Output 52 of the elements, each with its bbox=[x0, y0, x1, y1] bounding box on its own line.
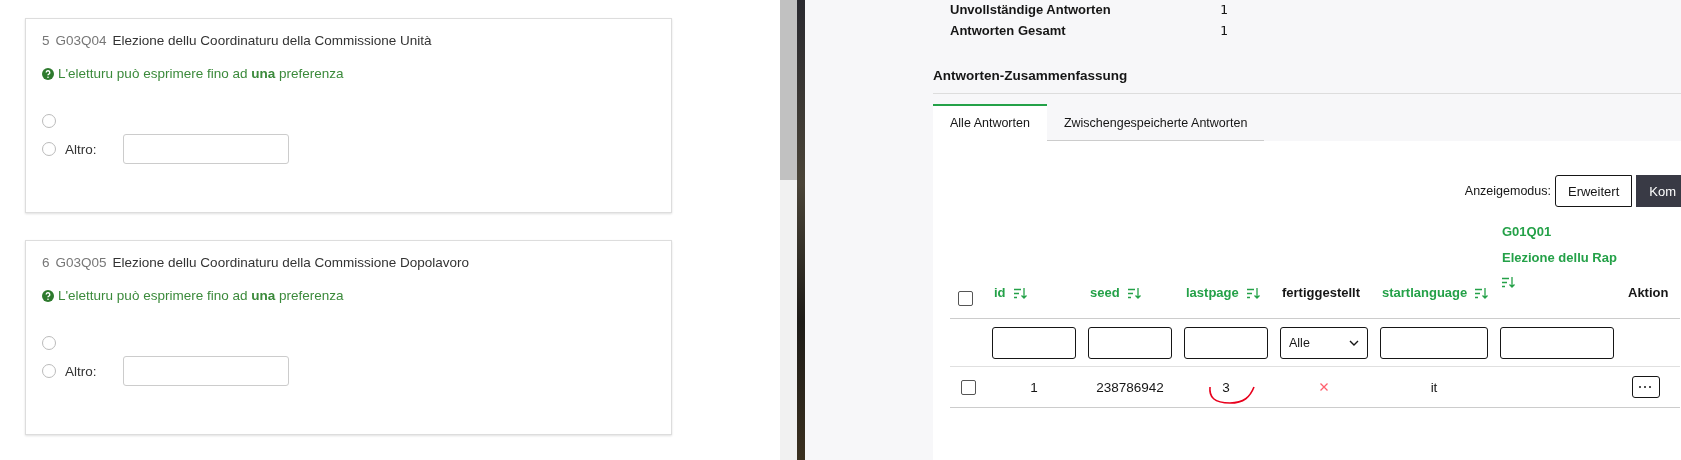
sort-icon[interactable] bbox=[1246, 287, 1260, 299]
other-input-field[interactable] bbox=[123, 356, 289, 386]
column-header: Aktion bbox=[1628, 284, 1669, 302]
option-label: Altro: bbox=[65, 363, 98, 379]
more-actions-button[interactable] bbox=[1632, 376, 1660, 398]
row-checkbox[interactable] bbox=[960, 379, 976, 395]
sort-icon[interactable] bbox=[1127, 287, 1141, 299]
section-title: Antworten-Zusammenfassung bbox=[933, 68, 1681, 94]
question-code: G03Q05 bbox=[55, 255, 107, 270]
column-header: fertiggestellt bbox=[1282, 284, 1360, 302]
column-header[interactable]: startlanguage bbox=[1382, 280, 1468, 306]
mode-button[interactable]: Kom bbox=[1636, 175, 1681, 207]
column-header[interactable]: id bbox=[994, 280, 1006, 306]
question-number: 5 bbox=[42, 33, 50, 48]
column-header[interactable]: lastpage bbox=[1186, 280, 1239, 306]
help-text: L'eletturu può esprimere fino ad una preferenza bbox=[58, 288, 344, 303]
tab[interactable]: Alle Antworten bbox=[933, 104, 1047, 141]
help-icon bbox=[42, 67, 54, 80]
chevron-down-icon bbox=[1349, 339, 1359, 346]
sort-icon[interactable] bbox=[1013, 287, 1027, 299]
column-header[interactable]: seed bbox=[1090, 280, 1120, 306]
filter-dropdown[interactable]: Alle bbox=[1280, 326, 1368, 359]
filter-input-field[interactable] bbox=[1500, 326, 1614, 359]
display-mode-label: Anzeigemodus: bbox=[1464, 184, 1551, 198]
question-title: Elezione dellu Coordinaturu della Commissione Unità bbox=[112, 33, 432, 48]
other-input-field[interactable] bbox=[123, 134, 289, 164]
table-cell: 3 bbox=[1222, 379, 1230, 395]
stat-value: 1 bbox=[1220, 2, 1228, 17]
hand-drawn-mark bbox=[1208, 385, 1258, 405]
column-header[interactable]: Elezione dellu Rap bbox=[1502, 245, 1617, 271]
filter-input-field[interactable] bbox=[1380, 326, 1488, 359]
stat-label: Antworten Gesamt bbox=[950, 23, 1067, 38]
option-label: Altro: bbox=[65, 141, 98, 157]
question-code: G03Q04 bbox=[55, 33, 107, 48]
table-cell: it bbox=[1430, 379, 1438, 395]
filter-input-field[interactable] bbox=[992, 326, 1076, 359]
sort-icon[interactable] bbox=[1475, 287, 1489, 299]
select-all-checkbox[interactable] bbox=[958, 291, 973, 306]
stat-value: 1 bbox=[1220, 23, 1228, 38]
stat-label: Unvollständige Antworten bbox=[950, 2, 1112, 17]
question-title: Elezione dellu Coordinaturu della Commissione Dopolavoro bbox=[112, 255, 469, 270]
sort-icon[interactable] bbox=[1502, 277, 1515, 288]
help-icon bbox=[42, 289, 54, 302]
scrollbar-thumb[interactable] bbox=[780, 0, 797, 180]
filter-input-field[interactable] bbox=[1088, 326, 1172, 359]
column-code[interactable]: G01Q01 bbox=[1502, 219, 1552, 245]
table-cell: 1 bbox=[1030, 379, 1038, 395]
question-number: 6 bbox=[42, 255, 50, 270]
filter-input-field[interactable] bbox=[1184, 326, 1268, 359]
table-cell: 238786942 bbox=[1096, 379, 1164, 395]
help-text: L'eletturu può esprimere fino ad una preferenza bbox=[58, 66, 344, 81]
mode-button[interactable]: Erweitert bbox=[1554, 175, 1633, 207]
